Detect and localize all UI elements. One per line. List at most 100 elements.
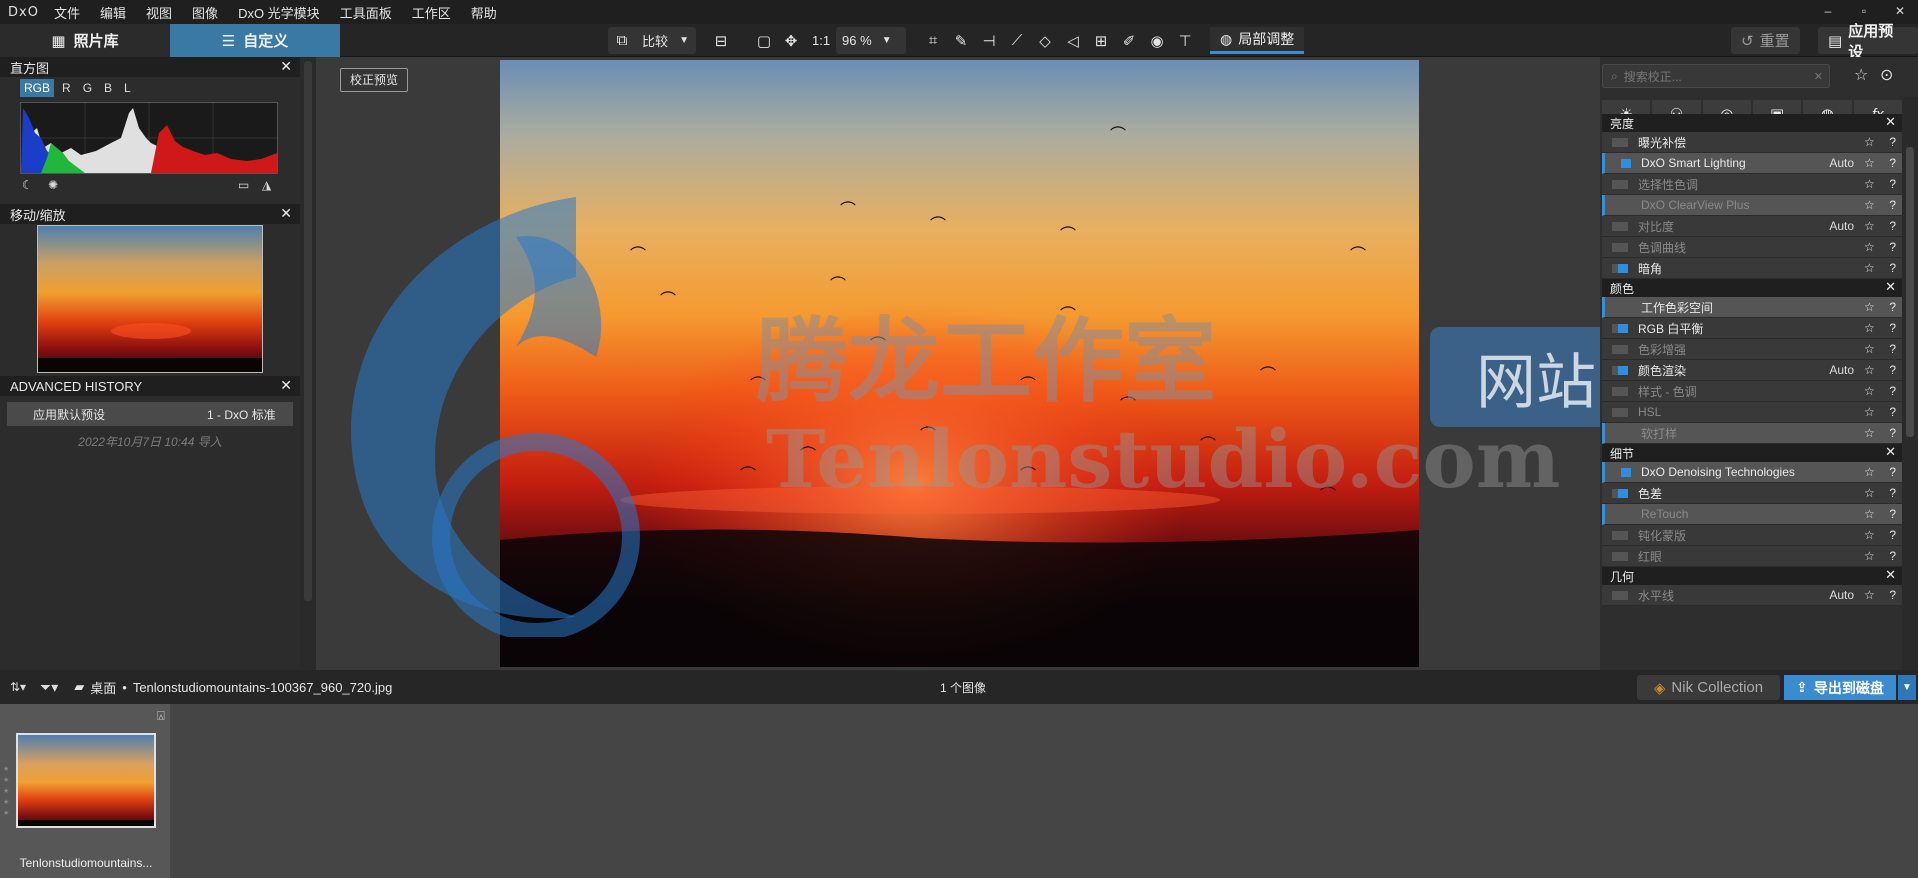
sort-icon[interactable]: ⇅▾	[10, 680, 34, 694]
watermark-icon[interactable]: ⊤	[1171, 27, 1199, 54]
toggle-switch[interactable]	[1615, 302, 1631, 312]
star-icon[interactable]: ☆	[1864, 426, 1875, 440]
help-icon[interactable]: ?	[1889, 588, 1896, 602]
star-icon[interactable]: ☆	[1864, 588, 1875, 602]
correction-row[interactable]: 对比度 Auto ☆?	[1602, 216, 1902, 237]
toggle-switch[interactable]	[1612, 551, 1628, 561]
tab-customize[interactable]: ☰ 自定义	[170, 24, 340, 57]
correction-row[interactable]: DxO Denoising Technologies ☆?	[1602, 462, 1902, 483]
help-icon[interactable]: ?	[1889, 321, 1896, 335]
close-icon[interactable]: ✕	[280, 205, 292, 222]
left-panel-scrollbar[interactable]	[300, 57, 316, 670]
moon-icon[interactable]: ☾	[22, 178, 33, 192]
star-icon[interactable]: ☆	[1864, 321, 1875, 335]
red-eye-icon[interactable]: ◉	[1143, 27, 1171, 54]
correction-row[interactable]: HSL ☆?	[1602, 402, 1902, 423]
help-icon[interactable]: ?	[1889, 198, 1896, 212]
chevron-down-icon[interactable]: ▼	[674, 27, 694, 54]
minimize-button[interactable]: –	[1810, 0, 1846, 24]
help-icon[interactable]: ?	[1889, 363, 1896, 377]
horizon-icon[interactable]: ⊣	[975, 27, 1003, 54]
compare-button[interactable]: ⧉ 比较 ▼	[608, 27, 696, 54]
section-header[interactable]: 亮度 ✕	[1602, 114, 1902, 132]
star-icon[interactable]: ☆	[1864, 219, 1875, 233]
toggle-switch[interactable]	[1612, 488, 1628, 498]
menu-image[interactable]: 图像	[182, 3, 228, 22]
correction-row[interactable]: ReTouch ☆?	[1602, 504, 1902, 525]
toggle-switch[interactable]	[1612, 137, 1628, 147]
menu-tool-palettes[interactable]: 工具面板	[330, 3, 402, 22]
correction-row[interactable]: 工作色彩空间 ☆?	[1602, 297, 1902, 318]
close-icon[interactable]: ✕	[1885, 444, 1896, 460]
toggle-switch[interactable]	[1612, 263, 1628, 273]
correction-row[interactable]: 软打样 ☆?	[1602, 423, 1902, 444]
channel-r[interactable]: R	[58, 79, 75, 97]
toggle-switch[interactable]	[1615, 428, 1631, 438]
export-to-disk-button[interactable]: ⇪ 导出到磁盘	[1784, 675, 1896, 700]
chevron-down-icon[interactable]: ▼	[1898, 675, 1916, 700]
nik-collection-button[interactable]: ◈ Nik Collection	[1637, 675, 1780, 700]
perspective-rect-icon[interactable]: ◇	[1031, 27, 1059, 54]
search-input[interactable]: ⌕ 搜索校正... ✕	[1602, 64, 1830, 88]
correction-row[interactable]: RGB 白平衡 ☆?	[1602, 318, 1902, 339]
star-icon[interactable]: ☆	[1864, 198, 1875, 212]
breadcrumb-folder[interactable]: 桌面	[90, 678, 116, 697]
close-icon[interactable]: ✕	[280, 377, 292, 394]
menu-file[interactable]: 文件	[44, 3, 90, 22]
toggle-switch[interactable]	[1615, 200, 1631, 210]
correction-row[interactable]: DxO ClearView Plus ☆?	[1602, 195, 1902, 216]
help-icon[interactable]: ?	[1889, 300, 1896, 314]
star-icon[interactable]: ☆	[1864, 342, 1875, 356]
tab-photo-library[interactable]: ▦ 照片库	[0, 24, 170, 57]
channel-l[interactable]: L	[120, 79, 135, 97]
close-icon[interactable]: ✕	[1885, 279, 1896, 295]
correction-row[interactable]: DxO Smart Lighting Auto ☆?	[1602, 153, 1902, 174]
help-icon[interactable]: ?	[1889, 135, 1896, 149]
help-icon[interactable]: ?	[1889, 177, 1896, 191]
move-icon[interactable]: ✥	[777, 27, 805, 54]
correction-row[interactable]: 暗角 ☆?	[1602, 258, 1902, 279]
toggle-switch[interactable]	[1612, 530, 1628, 540]
correction-row[interactable]: 颜色渲染 Auto ☆?	[1602, 360, 1902, 381]
toggle-switch[interactable]	[1612, 221, 1628, 231]
menu-optics[interactable]: DxO 光学模块	[228, 3, 330, 22]
apply-preset-button[interactable]: ▤ 应用预设	[1818, 23, 1918, 61]
star-icon[interactable]: ☆	[1864, 507, 1875, 521]
correction-row[interactable]: 水平线 Auto ☆?	[1602, 585, 1902, 606]
help-icon[interactable]: ?	[1889, 405, 1896, 419]
close-icon[interactable]: ✕	[280, 58, 292, 75]
help-icon[interactable]: ?	[1889, 156, 1896, 170]
star-icon[interactable]: ☆	[1864, 465, 1875, 479]
star-icon[interactable]: ☆	[1864, 405, 1875, 419]
channel-g[interactable]: G	[79, 79, 96, 97]
toggle-switch[interactable]	[1612, 242, 1628, 252]
correction-row[interactable]: 色彩增强 ☆?	[1602, 339, 1902, 360]
filmstrip-item[interactable]: ⍓ ★ ★ ★ ★ ★ Tenlonstudiomountains...	[0, 704, 170, 878]
star-icon[interactable]: ☆	[1864, 486, 1875, 500]
star-icon[interactable]: ☆	[1864, 135, 1875, 149]
fit-screen-icon[interactable]: ▢	[750, 27, 778, 54]
section-header[interactable]: 几何 ✕	[1602, 567, 1902, 585]
upload-icon[interactable]: ⍓	[157, 708, 165, 724]
help-icon[interactable]: ?	[1889, 507, 1896, 521]
help-icon[interactable]: ?	[1889, 219, 1896, 233]
star-icon[interactable]: ☆	[1854, 65, 1868, 85]
perspective-quad-icon[interactable]: ◁	[1059, 27, 1087, 54]
toggle-switch[interactable]	[1612, 590, 1628, 600]
toggle-switch[interactable]	[1615, 158, 1631, 168]
menu-edit[interactable]: 编辑	[90, 3, 136, 22]
help-icon[interactable]: ?	[1889, 261, 1896, 275]
star-icon[interactable]: ☆	[1864, 156, 1875, 170]
star-icon[interactable]: ☆	[1864, 240, 1875, 254]
close-icon[interactable]: ✕	[1885, 567, 1896, 583]
help-icon[interactable]: ?	[1889, 465, 1896, 479]
navigator-thumbnail[interactable]	[37, 225, 263, 373]
history-entry[interactable]: 应用默认预设 1 - DxO 标准	[7, 402, 293, 426]
scrollbar-thumb[interactable]	[304, 61, 312, 601]
local-adjustments-button[interactable]: ◍ 局部调整	[1210, 27, 1305, 54]
menu-help[interactable]: 帮助	[461, 3, 507, 22]
section-header[interactable]: 颜色 ✕	[1602, 279, 1902, 297]
correction-row[interactable]: 选择性色调 ☆?	[1602, 174, 1902, 195]
toggle-switch[interactable]	[1612, 386, 1628, 396]
help-icon[interactable]: ?	[1889, 240, 1896, 254]
